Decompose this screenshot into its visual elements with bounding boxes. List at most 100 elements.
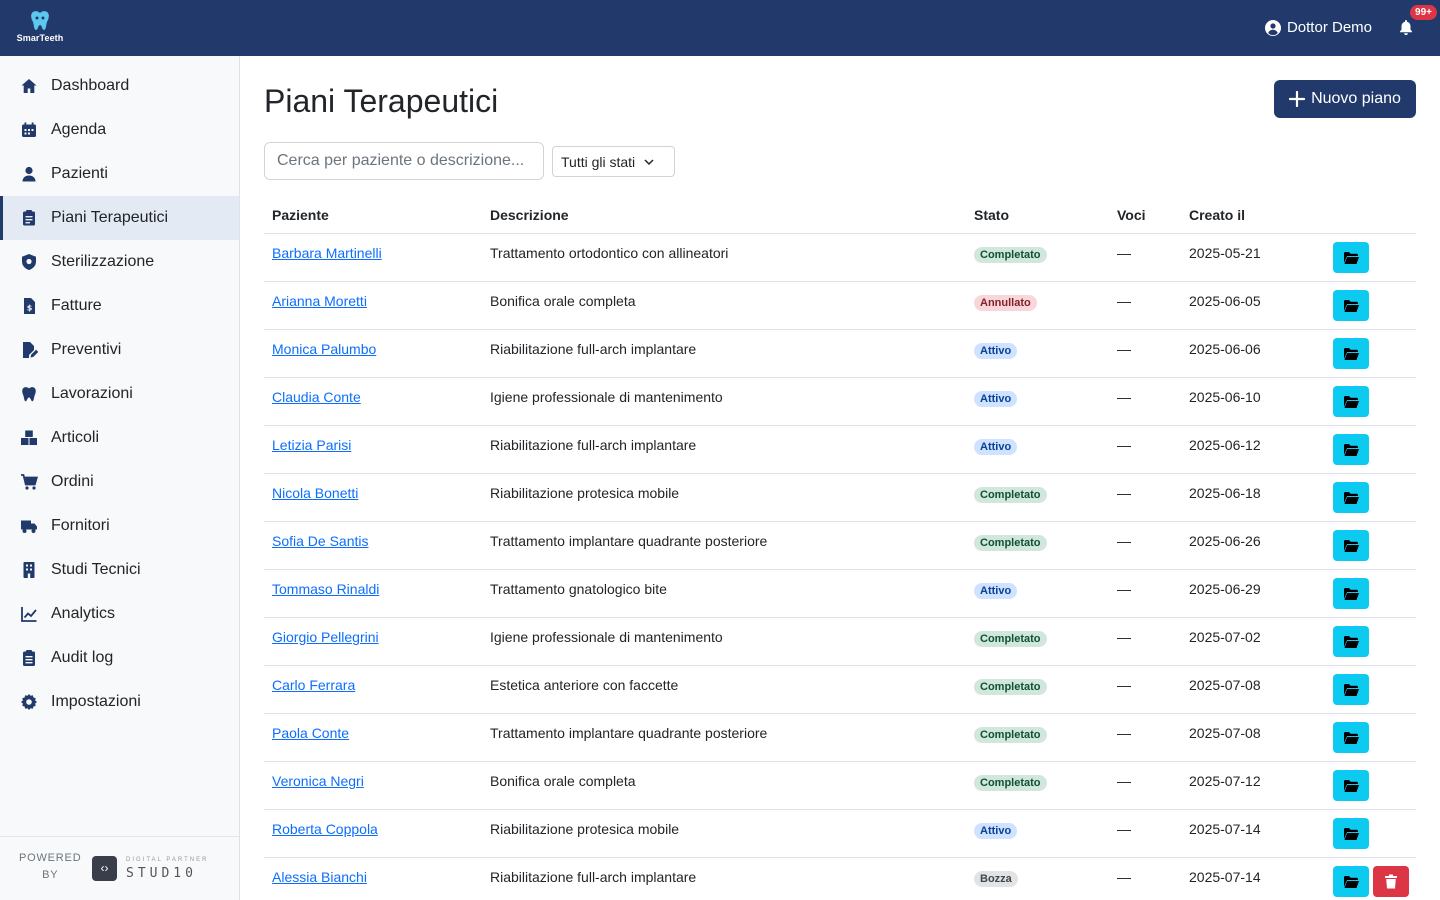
plus-icon <box>1289 91 1306 107</box>
status-badge: Completato <box>974 679 1047 695</box>
cart-icon <box>20 473 38 491</box>
sidebar-item-articoli[interactable]: Articoli <box>0 416 239 460</box>
open-plan-button[interactable] <box>1333 770 1369 801</box>
created-date-cell: 2025-06-10 <box>1189 389 1261 405</box>
col-header-patient[interactable]: Paziente <box>272 198 329 234</box>
table-row: Claudia Conte Igiene professionale di man… <box>264 378 1416 426</box>
patient-cell: Letizia Parisi <box>272 426 351 464</box>
sidebar-item-audit-log[interactable]: Audit log <box>0 636 239 680</box>
description-cell: Trattamento implantare quadrante posteri… <box>490 725 768 741</box>
sidebar-item-analytics[interactable]: Analytics <box>0 592 239 636</box>
open-plan-button[interactable] <box>1333 242 1369 273</box>
items-cell: — <box>1117 581 1131 597</box>
tooth-icon <box>20 385 38 403</box>
sidebar-item-agenda[interactable]: Agenda <box>0 108 239 152</box>
description-cell: Riabilitazione full-arch implantare <box>490 341 697 357</box>
open-plan-button[interactable] <box>1333 482 1369 513</box>
patient-link[interactable]: Paola Conte <box>272 725 349 741</box>
patient-cell: Monica Palumbo <box>272 330 376 368</box>
new-plan-button[interactable]: Nuovo piano <box>1274 80 1416 118</box>
patient-link[interactable]: Letizia Parisi <box>272 437 351 453</box>
folder-open-icon <box>1343 731 1359 745</box>
patient-cell: Alessia Bianchi <box>272 858 367 896</box>
patient-cell: Carlo Ferrara <box>272 666 355 704</box>
folder-open-icon <box>1343 827 1359 841</box>
patient-cell: Tommaso Rinaldi <box>272 570 379 608</box>
patient-link[interactable]: Monica Palumbo <box>272 341 376 357</box>
patient-link[interactable]: Carlo Ferrara <box>272 677 355 693</box>
patient-link[interactable]: Alessia Bianchi <box>272 869 367 885</box>
patient-link[interactable]: Claudia Conte <box>272 389 361 405</box>
open-plan-button[interactable] <box>1333 818 1369 849</box>
sidebar-item-preventivi[interactable]: Preventivi <box>0 328 239 372</box>
col-header-items[interactable]: Voci <box>1117 198 1146 234</box>
sidebar-item-impostazioni[interactable]: Impostazioni <box>0 680 239 724</box>
table-row: Veronica Negri Bonifica orale completa Com… <box>264 762 1416 810</box>
patient-cell: Barbara Martinelli <box>272 234 382 272</box>
folder-open-icon <box>1343 491 1359 505</box>
sidebar-item-ordini[interactable]: Ordini <box>0 460 239 504</box>
sidebar-item-lavorazioni[interactable]: Lavorazioni <box>0 372 239 416</box>
status-badge: Completato <box>974 631 1047 647</box>
items-cell: — <box>1117 485 1131 501</box>
sidebar-item-fatture[interactable]: $ Fatture <box>0 284 239 328</box>
open-plan-button[interactable] <box>1333 626 1369 657</box>
folder-open-icon <box>1343 347 1359 361</box>
open-plan-button[interactable] <box>1333 674 1369 705</box>
items-cell: — <box>1117 437 1131 453</box>
table-row: Sofia De Santis Trattamento implantare qu… <box>264 522 1416 570</box>
open-plan-button[interactable] <box>1333 530 1369 561</box>
patient-link[interactable]: Arianna Moretti <box>272 293 367 309</box>
delete-plan-button[interactable] <box>1373 866 1409 897</box>
folder-open-icon <box>1343 443 1359 457</box>
description-cell: Igiene professionale di mantenimento <box>490 389 723 405</box>
sidebar-item-label: Sterilizzazione <box>51 253 155 270</box>
powered-by: POWERED BY <box>19 850 81 884</box>
sidebar-item-pazienti[interactable]: Pazienti <box>0 152 239 196</box>
created-date-cell: 2025-07-14 <box>1189 821 1261 837</box>
open-plan-button[interactable] <box>1333 386 1369 417</box>
patient-link[interactable]: Veronica Negri <box>272 773 364 789</box>
sidebar-footer: POWERED BY ‹› DIGITAL PARTNER STUD10 <box>0 836 239 900</box>
patient-cell: Giorgio Pellegrini <box>272 618 379 656</box>
created-date-cell: 2025-05-21 <box>1189 245 1261 261</box>
status-badge: Bozza <box>974 871 1018 887</box>
sidebar-item-label: Ordini <box>51 473 94 490</box>
open-plan-button[interactable] <box>1333 338 1369 369</box>
created-date-cell: 2025-06-18 <box>1189 485 1261 501</box>
open-plan-button[interactable] <box>1333 866 1369 897</box>
patient-cell: Roberta Coppola <box>272 810 378 848</box>
sidebar-item-dashboard[interactable]: Dashboard <box>0 64 239 108</box>
open-plan-button[interactable] <box>1333 290 1369 321</box>
items-cell: — <box>1117 869 1131 885</box>
created-date-cell: 2025-07-02 <box>1189 629 1261 645</box>
folder-open-icon <box>1343 683 1359 697</box>
user-menu[interactable]: Dottor Demo <box>1264 19 1372 36</box>
open-plan-button[interactable] <box>1333 722 1369 753</box>
table-row: Giorgio Pellegrini Igiene professionale d… <box>264 618 1416 666</box>
description-cell: Bonifica orale completa <box>490 773 636 789</box>
sidebar-item-fornitori[interactable]: Fornitori <box>0 504 239 548</box>
open-plan-button[interactable] <box>1333 434 1369 465</box>
patient-link[interactable]: Giorgio Pellegrini <box>272 629 379 645</box>
description-cell: Trattamento gnatologico bite <box>490 581 667 597</box>
sidebar-item-sterilizzazione[interactable]: Sterilizzazione <box>0 240 239 284</box>
patient-link[interactable]: Sofia De Santis <box>272 533 369 549</box>
search-input[interactable] <box>264 142 544 180</box>
sidebar-item-studi-tecnici[interactable]: Studi Tecnici <box>0 548 239 592</box>
patient-link[interactable]: Nicola Bonetti <box>272 485 358 501</box>
col-header-description[interactable]: Descrizione <box>490 198 569 234</box>
patient-link[interactable]: Tommaso Rinaldi <box>272 581 379 597</box>
bell-icon[interactable] <box>1398 19 1414 36</box>
patient-link[interactable]: Roberta Coppola <box>272 821 378 837</box>
patient-link[interactable]: Barbara Martinelli <box>272 245 382 261</box>
folder-open-icon <box>1343 635 1359 649</box>
status-badge: Completato <box>974 487 1047 503</box>
status-filter-select[interactable]: Tutti gli stati <box>552 146 675 177</box>
col-header-status[interactable]: Stato <box>974 198 1009 234</box>
app-logo[interactable]: SmarTeeth <box>14 8 66 50</box>
user-circle-icon <box>1264 19 1281 36</box>
open-plan-button[interactable] <box>1333 578 1369 609</box>
col-header-created[interactable]: Creato il <box>1189 198 1245 234</box>
sidebar-item-piani-terapeutici[interactable]: Piani Terapeutici <box>0 196 239 240</box>
